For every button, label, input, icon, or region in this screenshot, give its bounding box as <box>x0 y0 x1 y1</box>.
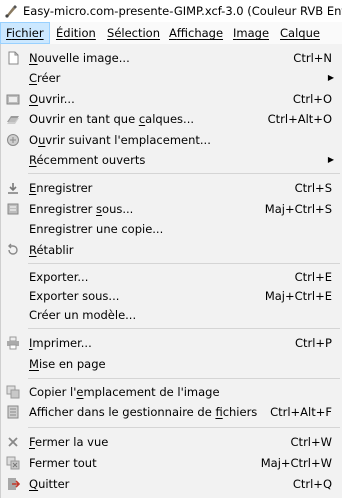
copy-location-icon <box>6 385 20 399</box>
fichier-menu: Nouvelle image... Ctrl+N Créer ▶ Ouvrir.… <box>0 44 342 498</box>
menu-label: Enregistrer une copie... <box>29 222 164 236</box>
menubar-selection-label: élection <box>114 26 161 40</box>
menu-item-recemment-ouverts[interactable]: Récemment ouverts ▶ <box>1 150 342 170</box>
menu-label: Copier l'emplacement de l'image <box>29 385 220 399</box>
menu-item-nouvelle-image[interactable]: Nouvelle image... Ctrl+N <box>1 48 342 68</box>
menu-shortcut: Ctrl+Q <box>292 477 332 491</box>
menu-label: Créer un modèle... <box>29 308 137 322</box>
menu-shortcut: Ctrl+Alt+F <box>270 405 332 419</box>
save-as-icon <box>7 203 19 215</box>
submenu-arrow-icon: ▶ <box>327 73 334 82</box>
menu-item-creer-modele[interactable]: Créer un modèle... <box>1 305 342 325</box>
submenu-arrow-icon: ▶ <box>327 155 334 164</box>
menu-item-ouvrir[interactable]: Ouvrir... Ctrl+O <box>1 89 342 109</box>
menu-label: Mise en page <box>29 357 106 371</box>
menubar-calque-label: alque <box>288 26 320 40</box>
menu-separator <box>28 378 340 379</box>
quit-icon <box>8 478 20 490</box>
menu-label: Exporter... <box>29 270 89 284</box>
menu-item-quitter[interactable]: Quitter Ctrl+Q <box>1 474 342 494</box>
gimp-app-icon <box>5 5 17 18</box>
menu-label: Ouvrir suivant l'emplacement... <box>29 133 211 147</box>
menu-shortcut: Maj+Ctrl+S <box>264 202 332 216</box>
menu-label: Quitter <box>29 477 70 491</box>
menu-label: Fermer la vue <box>29 435 109 449</box>
menu-label: Imprimer... <box>29 336 92 350</box>
menu-label: Récemment ouverts <box>29 153 146 167</box>
menu-label: Ouvrir... <box>29 92 75 106</box>
menu-shortcut: Ctrl+N <box>293 51 332 65</box>
menu-item-copier-emplacement[interactable]: Copier l'emplacement de l'image <box>1 382 342 402</box>
print-icon <box>7 336 19 350</box>
menu-separator <box>28 328 340 329</box>
menu-item-afficher-gestionnaire[interactable]: Afficher dans le gestionnaire de fichier… <box>1 402 342 422</box>
menu-item-exporter-sous[interactable]: Exporter sous... Maj+Ctrl+E <box>1 286 342 306</box>
menubar-affichage[interactable]: Affichage <box>164 22 228 44</box>
menu-shortcut: Maj+Ctrl+E <box>264 289 332 303</box>
menu-label: Ouvrir en tant que calques... <box>29 112 195 126</box>
window-title: Easy-micro.com-presente-GIMP.xcf-3.0 (Co… <box>23 4 342 18</box>
menu-item-retablir[interactable]: Rétablir <box>1 240 342 260</box>
menu-shortcut: Maj+Ctrl+W <box>260 456 332 470</box>
close-view-icon <box>8 437 18 447</box>
menubar-edition[interactable]: Édition <box>51 22 101 44</box>
menubar-calque[interactable]: Calque <box>275 22 325 44</box>
save-icon <box>8 183 18 194</box>
menu-item-mise-en-page[interactable]: Mise en page <box>1 354 342 374</box>
menu-label: Enregistrer sous... <box>29 202 134 216</box>
location-icon <box>7 134 19 146</box>
menu-item-enregistrer[interactable]: Enregistrer Ctrl+S <box>1 178 342 198</box>
menu-item-imprimer[interactable]: Imprimer... Ctrl+P <box>1 333 342 353</box>
menu-label: Nouvelle image... <box>29 51 130 65</box>
menu-shortcut: Ctrl+S <box>294 181 332 195</box>
menu-separator <box>28 263 340 264</box>
menubar-fichier[interactable]: Fichier <box>0 22 50 44</box>
menu-item-exporter[interactable]: Exporter... Ctrl+E <box>1 267 342 287</box>
menu-label: Fermer tout <box>29 456 97 470</box>
menu-item-enregistrer-sous[interactable]: Enregistrer sous... Maj+Ctrl+S <box>1 199 342 219</box>
menubar-fichier-label: ichier <box>11 26 44 40</box>
menu-shortcut: Ctrl+O <box>292 92 332 106</box>
revert-icon <box>8 243 18 255</box>
menu-item-ouvrir-emplacement[interactable]: Ouvrir suivant l'emplacement... <box>1 130 342 150</box>
new-image-icon <box>8 51 19 65</box>
window-titlebar: Easy-micro.com-presente-GIMP.xcf-3.0 (Co… <box>0 0 342 22</box>
menubar-image[interactable]: Image <box>228 22 274 44</box>
menu-label: Afficher dans le gestionnaire de fichier… <box>29 405 258 419</box>
menu-shortcut: Ctrl+E <box>294 270 332 284</box>
menu-shortcut: Ctrl+Alt+O <box>267 112 332 126</box>
open-icon <box>6 94 20 105</box>
menu-item-ouvrir-calques[interactable]: Ouvrir en tant que calques... Ctrl+Alt+O <box>1 109 342 129</box>
menubar-affichage-mnemonic: A <box>169 26 177 40</box>
menubar-affichage-label: ffichage <box>176 26 224 40</box>
menu-item-enregistrer-copie[interactable]: Enregistrer une copie... <box>1 219 342 239</box>
menubar-calque-mnemonic: C <box>280 26 289 40</box>
menubar-image-label: mage <box>236 26 270 40</box>
menubar-edition-label: dition <box>63 26 96 40</box>
menu-shortcut: Ctrl+W <box>290 435 332 449</box>
menubar-selection[interactable]: Sélection <box>102 22 165 44</box>
menu-label: Créer <box>29 71 61 85</box>
menu-label: Exporter sous... <box>29 289 120 303</box>
menu-item-fermer-vue[interactable]: Fermer la vue Ctrl+W <box>1 432 342 452</box>
close-all-icon <box>6 456 20 470</box>
menu-separator <box>28 427 340 428</box>
menu-item-fermer-tout[interactable]: Fermer tout Maj+Ctrl+W <box>1 453 342 473</box>
menu-label: Enregistrer <box>29 181 93 195</box>
menu-shortcut: Ctrl+P <box>294 336 332 350</box>
menu-label: Rétablir <box>29 243 74 257</box>
menu-item-creer[interactable]: Créer ▶ <box>1 68 342 88</box>
open-layers-icon <box>7 116 19 124</box>
menu-separator <box>28 173 340 174</box>
file-manager-icon <box>7 405 19 419</box>
menubar: Fichier Édition Sélection Affichage Imag… <box>0 22 342 45</box>
